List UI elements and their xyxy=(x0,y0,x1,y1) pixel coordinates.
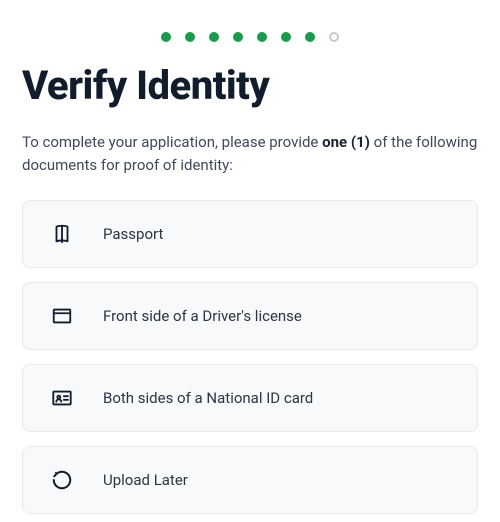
instruction-text: To complete your application, please pro… xyxy=(22,131,478,178)
step-dot-done xyxy=(305,32,315,42)
option-label: Upload Later xyxy=(103,471,188,489)
step-dot-pending xyxy=(329,32,339,42)
option-upload-later[interactable]: Upload Later xyxy=(22,446,478,514)
page-title: Verify Identity xyxy=(22,62,478,109)
option-label: Both sides of a National ID card xyxy=(103,389,313,407)
step-dot-done xyxy=(161,32,171,42)
step-dot-done xyxy=(233,32,243,42)
step-dot-done xyxy=(281,32,291,42)
card-front-icon xyxy=(51,305,73,327)
passport-icon xyxy=(51,223,73,245)
upload-later-icon xyxy=(51,469,73,491)
option-label: Front side of a Driver's license xyxy=(103,307,302,325)
progress-stepper xyxy=(22,0,478,58)
instruction-prefix: To complete your application, please pro… xyxy=(22,133,322,151)
step-dot-done xyxy=(209,32,219,42)
option-label: Passport xyxy=(103,225,163,243)
option-national-id[interactable]: Both sides of a National ID card xyxy=(22,364,478,432)
instruction-bold: one (1) xyxy=(322,133,370,151)
step-dot-done xyxy=(257,32,267,42)
document-option-list: Passport Front side of a Driver's licens… xyxy=(22,200,478,514)
option-passport[interactable]: Passport xyxy=(22,200,478,268)
option-drivers-license[interactable]: Front side of a Driver's license xyxy=(22,282,478,350)
id-card-icon xyxy=(51,387,73,409)
step-dot-done xyxy=(185,32,195,42)
